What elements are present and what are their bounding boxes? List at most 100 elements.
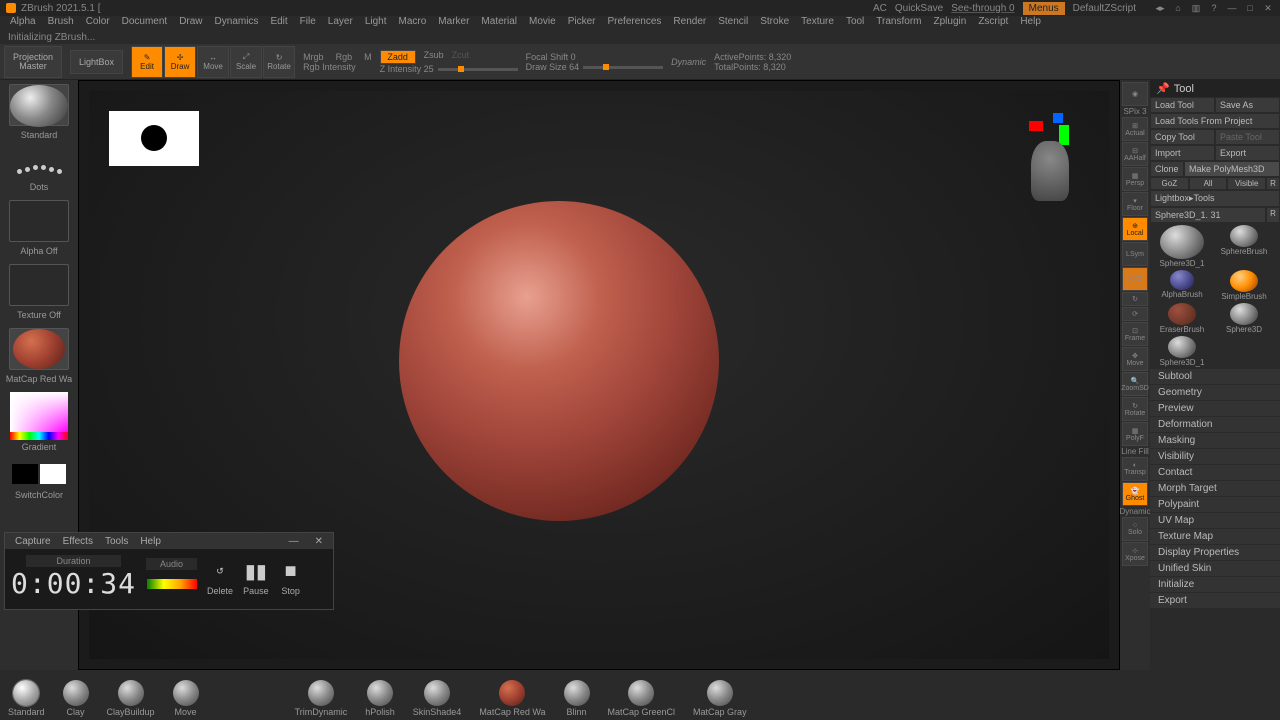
tool-alphabrush[interactable]: AlphaBrush bbox=[1152, 270, 1212, 301]
rec-menu-tools[interactable]: Tools bbox=[99, 536, 134, 547]
section-uvmap[interactable]: UV Map bbox=[1150, 513, 1280, 529]
section-visibility[interactable]: Visibility bbox=[1150, 449, 1280, 465]
transp-button[interactable]: ◐Transp bbox=[1122, 457, 1148, 481]
section-export[interactable]: Export bbox=[1150, 593, 1280, 609]
loadtool-button[interactable]: Load Tool bbox=[1150, 97, 1215, 113]
frame-button[interactable]: ⊡Frame bbox=[1122, 322, 1148, 346]
draw-mode-button[interactable]: ✢Draw bbox=[164, 46, 196, 78]
menu-file[interactable]: File bbox=[294, 16, 322, 30]
tool-sphere3d[interactable]: Sphere3D bbox=[1214, 303, 1274, 334]
rec-minimize-icon[interactable]: — bbox=[283, 536, 305, 547]
rec-menu-capture[interactable]: Capture bbox=[9, 536, 57, 547]
lsym-button[interactable]: LSym bbox=[1122, 242, 1148, 266]
maximize-icon[interactable]: □ bbox=[1244, 2, 1256, 14]
menu-tool[interactable]: Tool bbox=[840, 16, 870, 30]
move-mode-button[interactable]: ↔Move bbox=[197, 46, 229, 78]
menus-toggle[interactable]: Menus bbox=[1023, 2, 1065, 15]
m-toggle[interactable]: M bbox=[364, 52, 372, 62]
mat-skinshade4[interactable]: SkinShade4 bbox=[413, 680, 462, 717]
rec-pause-button[interactable]: ▮▮ Pause bbox=[243, 560, 269, 596]
goz-button[interactable]: GoZ bbox=[1150, 177, 1189, 190]
mat-redwax[interactable]: MatCap Red Wa bbox=[479, 680, 545, 717]
material-swatch[interactable] bbox=[9, 328, 69, 370]
bpr-button[interactable]: ◉ bbox=[1122, 82, 1148, 106]
tool-eraserbrush[interactable]: EraserBrush bbox=[1152, 303, 1212, 334]
switchcolor-button[interactable]: SwitchColor bbox=[15, 490, 63, 500]
section-polypaint[interactable]: Polypaint bbox=[1150, 497, 1280, 513]
linefill-label[interactable]: Line Fill bbox=[1121, 447, 1149, 456]
tool-spherebrush[interactable]: SphereBrush bbox=[1214, 225, 1274, 268]
dynamic-label[interactable]: Dynamic bbox=[1119, 507, 1150, 516]
menu-movie[interactable]: Movie bbox=[523, 16, 562, 30]
menu-layer[interactable]: Layer bbox=[322, 16, 359, 30]
aahalf-button[interactable]: ⊟AAHalf bbox=[1122, 142, 1148, 166]
menu-material[interactable]: Material bbox=[475, 16, 523, 30]
brush-swatch[interactable] bbox=[9, 84, 69, 126]
tool-simplebrush[interactable]: SimpleBrush bbox=[1214, 270, 1274, 301]
brush-clay[interactable]: Clay bbox=[63, 680, 89, 717]
menu-draw[interactable]: Draw bbox=[173, 16, 208, 30]
menu-alpha[interactable]: Alpha bbox=[4, 16, 42, 30]
current-tool-name[interactable]: Sphere3D_1. 31 bbox=[1150, 207, 1266, 223]
z-intensity-slider[interactable]: Z Intensity 25 bbox=[380, 64, 434, 74]
edit-mode-button[interactable]: ✎Edit bbox=[131, 46, 163, 78]
xyz-button[interactable]: XYZ bbox=[1122, 267, 1148, 291]
menu-stencil[interactable]: Stencil bbox=[712, 16, 754, 30]
mrgb-toggle[interactable]: Mrgb bbox=[303, 52, 324, 62]
brush-trimdynamic[interactable]: TrimDynamic bbox=[295, 680, 348, 717]
section-masking[interactable]: Masking bbox=[1150, 433, 1280, 449]
mat-blinn[interactable]: Blinn bbox=[564, 680, 590, 717]
menu-light[interactable]: Light bbox=[359, 16, 393, 30]
rec-stop-button[interactable]: ■ Stop bbox=[279, 560, 303, 596]
rotate-view-button[interactable]: ↻Rotate bbox=[1122, 397, 1148, 421]
rec-close-icon[interactable]: ✕ bbox=[309, 536, 329, 547]
ghost-button[interactable]: 👻Ghost bbox=[1122, 482, 1148, 506]
goz-all-button[interactable]: All bbox=[1189, 177, 1228, 190]
brush-move[interactable]: Move bbox=[173, 680, 199, 717]
rec-menu-help[interactable]: Help bbox=[134, 536, 167, 547]
section-geometry[interactable]: Geometry bbox=[1150, 385, 1280, 401]
lightbox-tools-button[interactable]: Lightbox▸Tools bbox=[1150, 190, 1280, 207]
solo-button[interactable]: ○Solo bbox=[1122, 517, 1148, 541]
saveas-button[interactable]: Save As bbox=[1215, 97, 1280, 113]
menu-transform[interactable]: Transform bbox=[870, 16, 927, 30]
brush-standard[interactable]: Standard bbox=[8, 680, 45, 717]
move-view-button[interactable]: ✥Move bbox=[1122, 347, 1148, 371]
makepolymesh-button[interactable]: Make PolyMesh3D bbox=[1184, 161, 1280, 177]
persp-button[interactable]: ▦Persp bbox=[1122, 167, 1148, 191]
alpha-swatch[interactable] bbox=[9, 200, 69, 242]
gradient-label[interactable]: Gradient bbox=[22, 442, 57, 452]
color-secondary[interactable] bbox=[12, 464, 38, 484]
screen-recorder-window[interactable]: Capture Effects Tools Help — ✕ Duration … bbox=[4, 532, 334, 610]
brush-claybuildup[interactable]: ClayBuildup bbox=[107, 680, 155, 717]
camera-head-widget[interactable] bbox=[1031, 141, 1069, 201]
help-icon[interactable]: ? bbox=[1208, 2, 1220, 14]
rotate-mode-button[interactable]: ↻Rotate bbox=[263, 46, 295, 78]
menu-edit[interactable]: Edit bbox=[264, 16, 293, 30]
menu-picker[interactable]: Picker bbox=[562, 16, 602, 30]
menu-stroke[interactable]: Stroke bbox=[754, 16, 795, 30]
menu-help[interactable]: Help bbox=[1014, 16, 1047, 30]
section-preview[interactable]: Preview bbox=[1150, 401, 1280, 417]
menu-preferences[interactable]: Preferences bbox=[601, 16, 667, 30]
close-icon[interactable]: ✕ bbox=[1262, 2, 1274, 14]
menu-color[interactable]: Color bbox=[80, 16, 116, 30]
section-initialize[interactable]: Initialize bbox=[1150, 577, 1280, 593]
tool-sphere3d-1b[interactable]: Sphere3D_1 bbox=[1152, 336, 1212, 367]
section-unifiedskin[interactable]: Unified Skin bbox=[1150, 561, 1280, 577]
rec-delete-button[interactable]: ↺ Delete bbox=[207, 560, 233, 596]
spix-label[interactable]: SPix 3 bbox=[1123, 107, 1146, 116]
color-primary[interactable] bbox=[40, 464, 66, 484]
lightbox-button[interactable]: LightBox bbox=[70, 50, 123, 74]
tool-sphere3d-1[interactable]: Sphere3D_1 bbox=[1152, 225, 1212, 268]
zsub-toggle[interactable]: Zsub bbox=[424, 50, 444, 64]
menu-render[interactable]: Render bbox=[667, 16, 712, 30]
rec-menu-effects[interactable]: Effects bbox=[57, 536, 99, 547]
texture-swatch[interactable] bbox=[9, 264, 69, 306]
section-subtool[interactable]: Subtool bbox=[1150, 369, 1280, 385]
projection-master-button[interactable]: Projection Master bbox=[4, 46, 62, 78]
menu-macro[interactable]: Macro bbox=[393, 16, 433, 30]
zadd-toggle[interactable]: Zadd bbox=[380, 50, 416, 64]
goz-r-button[interactable]: R bbox=[1266, 177, 1280, 190]
rotate-world-btn[interactable]: ⟳ bbox=[1122, 307, 1148, 321]
